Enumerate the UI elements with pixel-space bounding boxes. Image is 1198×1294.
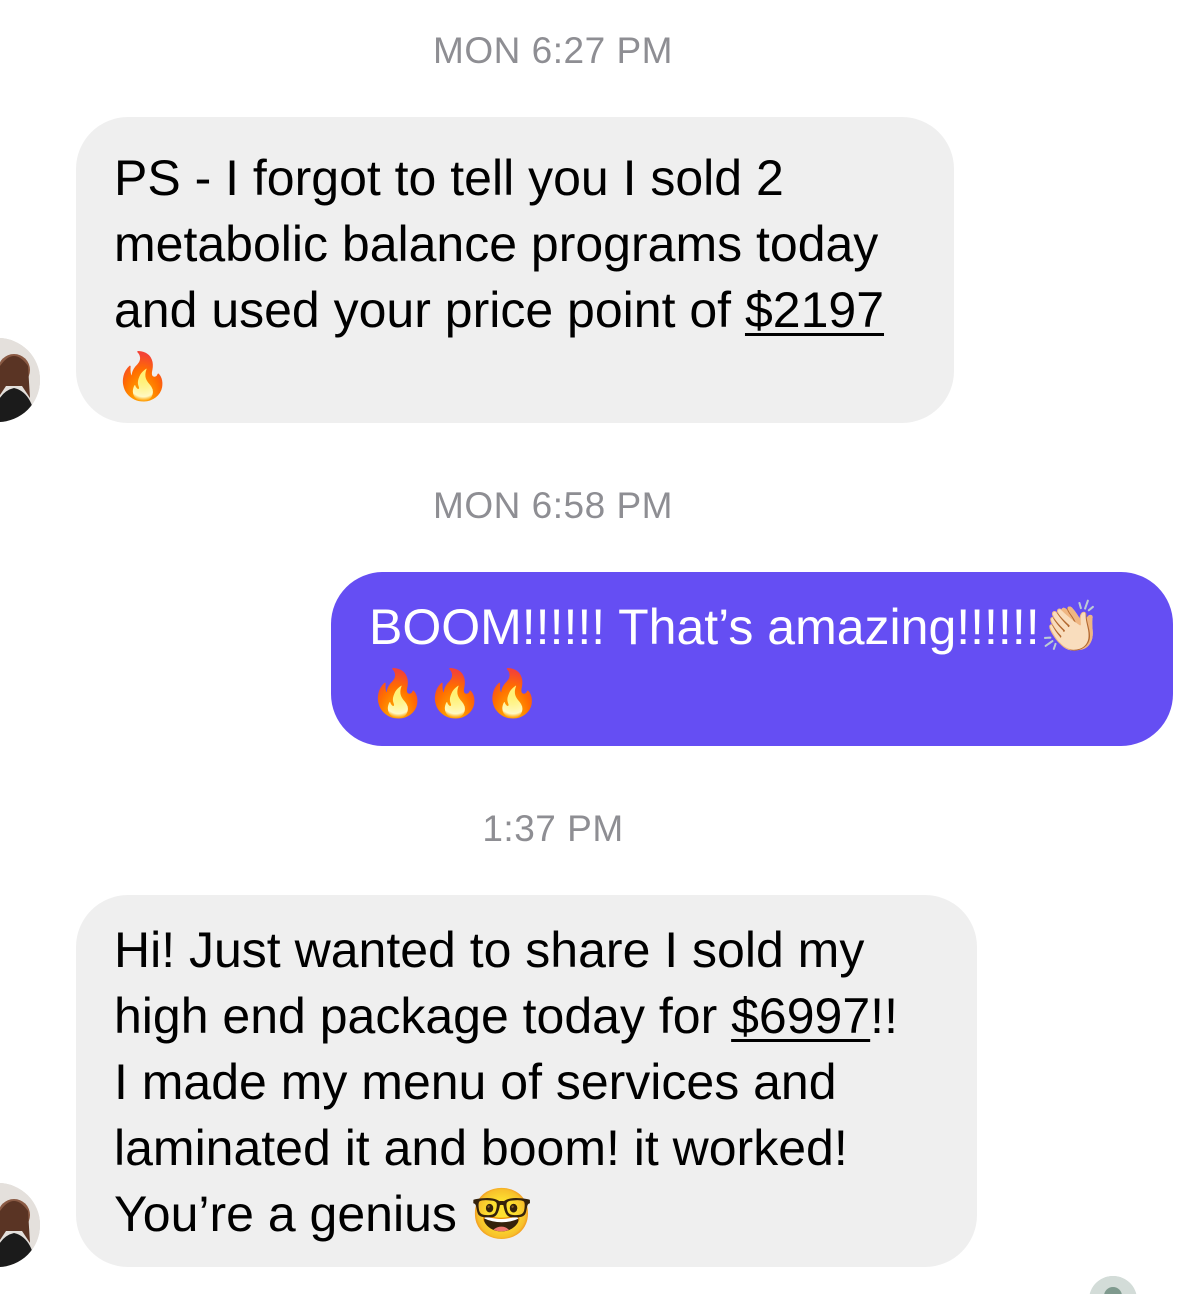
message-text-suffix: !! <box>870 988 898 1044</box>
message-text: Hi! Just wanted to share I sold my <box>114 922 865 978</box>
chat-thread: MON 6:27 PM PS - I forgot to tell you I … <box>0 0 1198 1294</box>
message-text: laminated it and boom! it worked! <box>114 1120 848 1176</box>
message-text: BOOM!!!!!! That’s amazing!!!!!!👏🏻 <box>369 599 1102 655</box>
message-text-prefix: high end package today for <box>114 988 732 1044</box>
contact-avatar[interactable] <box>0 1183 40 1267</box>
outgoing-message-bubble[interactable]: BOOM!!!!!! That’s amazing!!!!!!👏🏻 🔥🔥🔥 <box>331 572 1173 746</box>
message-text: I made my menu of services and <box>114 1054 837 1110</box>
message-text: PS - I forgot to tell you I sold 2 <box>114 150 784 206</box>
message-text: and used your price point of $2197 <box>114 277 916 343</box>
incoming-message-bubble[interactable]: Hi! Just wanted to share I sold my high … <box>76 895 977 1267</box>
message-text: high end package today for $6997!! <box>114 983 939 1049</box>
fire-emoji: 🔥🔥🔥 <box>369 667 541 719</box>
timestamp: MON 6:27 PM <box>433 30 673 71</box>
price-link[interactable]: $6997 <box>731 988 870 1044</box>
fire-emoji: 🔥 <box>114 350 172 402</box>
timestamp: MON 6:58 PM <box>433 485 673 526</box>
incoming-message-bubble[interactable]: PS - I forgot to tell you I sold 2 metab… <box>76 117 954 423</box>
message-text: You’re a genius 🤓 <box>114 1186 534 1242</box>
message-text-prefix: and used your price point of <box>114 282 745 338</box>
timestamp: 1:37 PM <box>482 808 624 849</box>
price-link[interactable]: $2197 <box>745 282 884 338</box>
message-text: metabolic balance programs today <box>114 216 879 272</box>
contact-avatar[interactable] <box>0 338 40 422</box>
read-receipt-avatar <box>1089 1276 1137 1294</box>
